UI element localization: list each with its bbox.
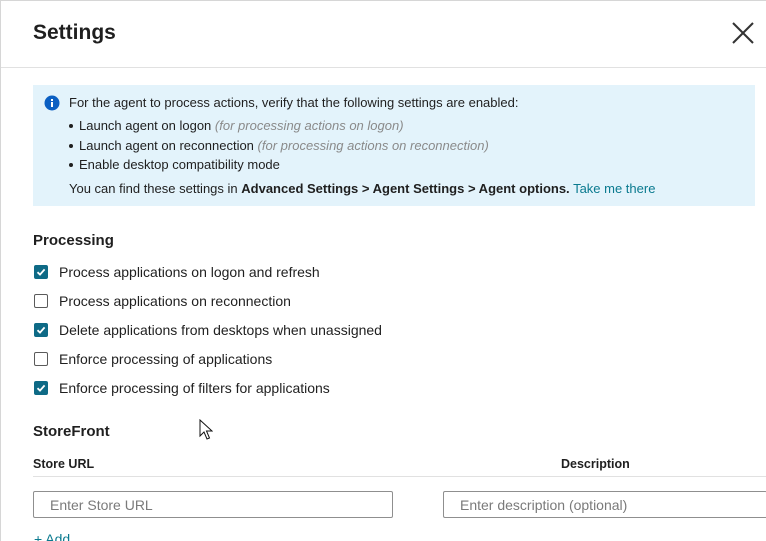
checkbox-label: Enforce processing of applications xyxy=(59,351,273,367)
checkbox[interactable] xyxy=(34,294,48,308)
store-url-input[interactable] xyxy=(33,491,393,518)
info-footer-prefix: You can find these settings in xyxy=(69,181,238,196)
close-icon[interactable] xyxy=(729,19,757,47)
checkmark-icon xyxy=(36,384,46,392)
description-input[interactable] xyxy=(443,491,766,518)
checkbox-label: Enforce processing of filters for applic… xyxy=(59,380,330,396)
info-bullet-text: Launch agent on logon xyxy=(79,118,212,133)
settings-panel: Settings For the agent to process action… xyxy=(0,0,766,541)
checkmark-icon xyxy=(36,326,46,334)
info-intro: For the agent to process actions, verify… xyxy=(69,95,519,110)
info-circle-icon xyxy=(44,95,60,111)
option-delete-unassigned[interactable]: Delete applications from desktops when u… xyxy=(34,321,382,339)
info-footer: You can find these settings in Advanced … xyxy=(69,181,655,196)
column-header-description: Description xyxy=(561,457,630,471)
divider xyxy=(33,476,766,477)
page-title: Settings xyxy=(33,21,116,44)
checkbox[interactable] xyxy=(34,381,48,395)
storefront-title: StoreFront xyxy=(33,423,110,440)
checkmark-icon xyxy=(36,268,46,276)
info-bullet-hint: (for processing actions on reconnection) xyxy=(257,138,489,153)
checkbox-label: Delete applications from desktops when u… xyxy=(59,322,382,338)
processing-title: Processing xyxy=(33,232,114,249)
checkbox[interactable] xyxy=(34,265,48,279)
checkbox-label: Process applications on logon and refres… xyxy=(59,264,320,280)
checkbox[interactable] xyxy=(34,352,48,366)
checkbox-label: Process applications on reconnection xyxy=(59,293,291,309)
settings-header: Settings xyxy=(1,1,766,68)
mouse-pointer-icon xyxy=(199,419,213,440)
add-store-button[interactable]: + Add xyxy=(34,531,70,541)
option-process-logon-refresh[interactable]: Process applications on logon and refres… xyxy=(34,263,320,281)
info-bullet-text: Enable desktop compatibility mode xyxy=(79,157,280,172)
option-process-reconnection[interactable]: Process applications on reconnection xyxy=(34,292,291,310)
checkbox[interactable] xyxy=(34,323,48,337)
info-bullet: Launch agent on logon (for processing ac… xyxy=(69,118,404,133)
option-enforce-filters[interactable]: Enforce processing of filters for applic… xyxy=(34,379,330,397)
info-bullet: Enable desktop compatibility mode xyxy=(69,157,280,172)
info-footer-path: Advanced Settings > Agent Settings > Age… xyxy=(241,181,570,196)
info-bullet-hint: (for processing actions on logon) xyxy=(214,118,404,133)
info-banner: For the agent to process actions, verify… xyxy=(33,85,755,206)
option-enforce-applications[interactable]: Enforce processing of applications xyxy=(34,350,272,368)
info-bullet: Launch agent on reconnection (for proces… xyxy=(69,138,489,153)
take-me-there-link[interactable]: Take me there xyxy=(573,181,655,196)
column-header-store-url: Store URL xyxy=(33,457,95,471)
info-bullet-text: Launch agent on reconnection xyxy=(79,138,254,153)
